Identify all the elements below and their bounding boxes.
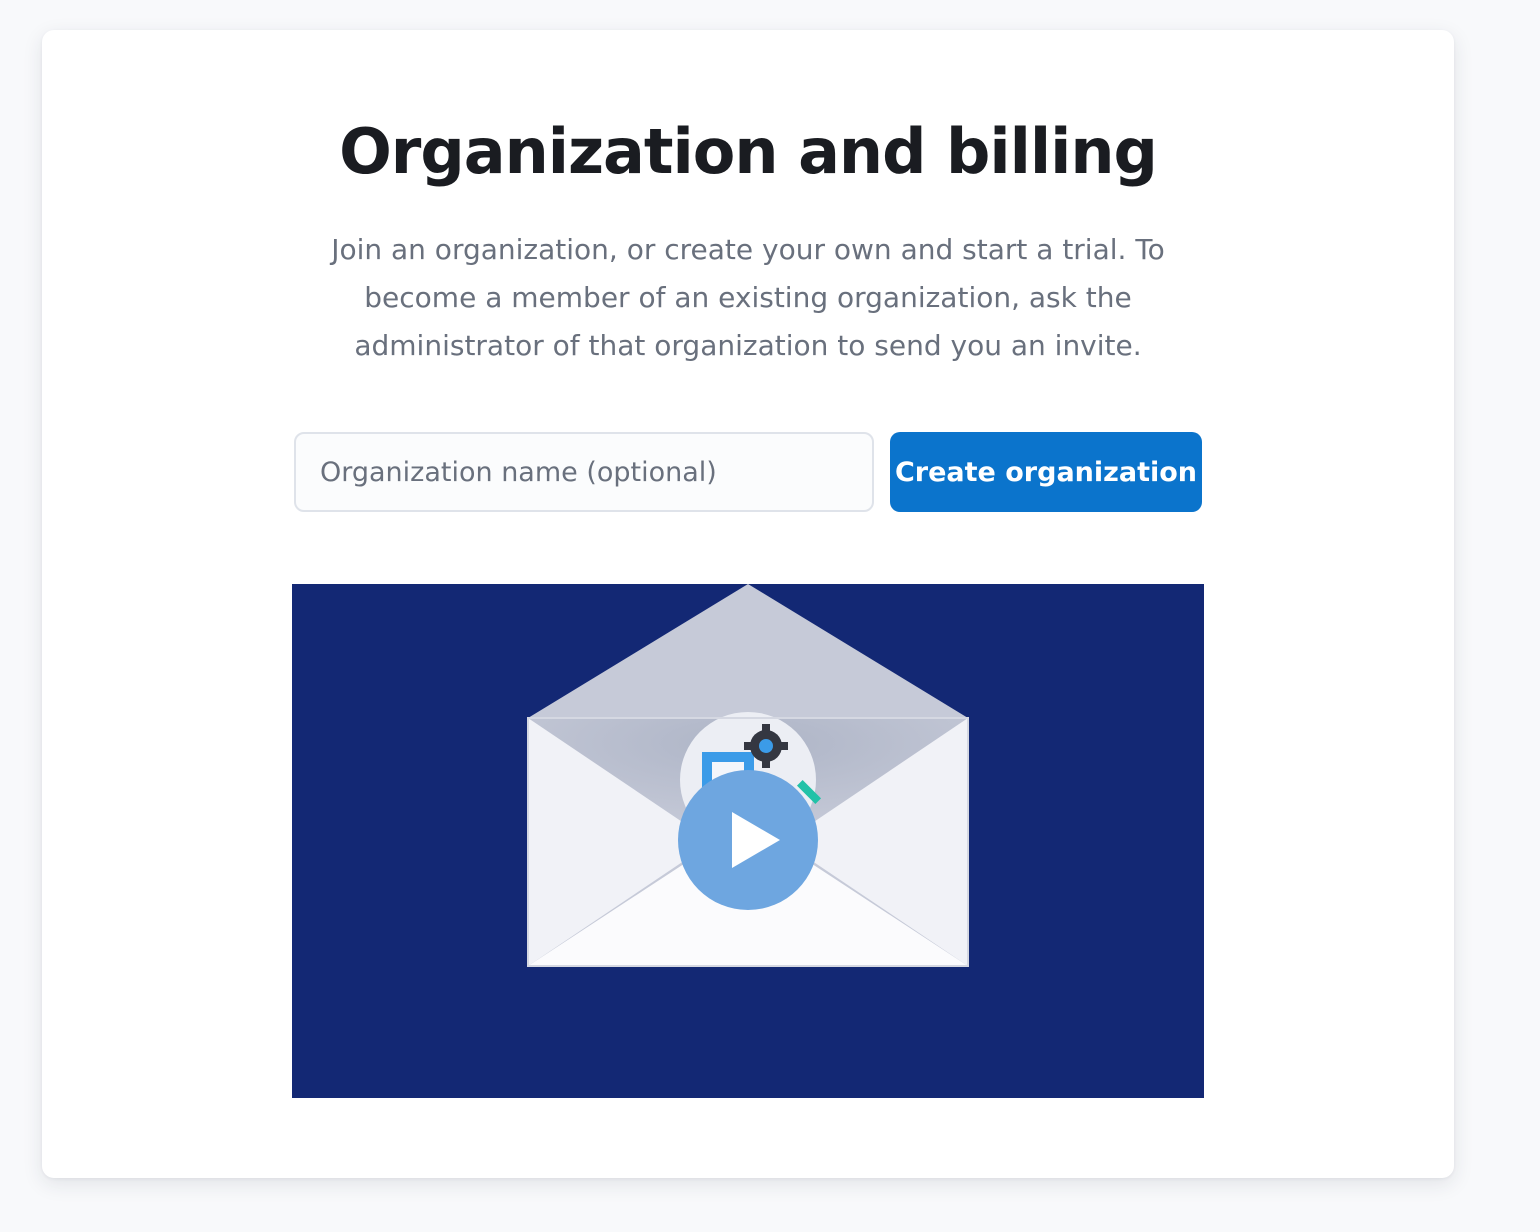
page-description: Join an organization, or create your own… <box>331 233 1165 362</box>
create-org-form: Create organization <box>294 432 1202 512</box>
page-title: Organization and billing <box>339 115 1158 188</box>
org-billing-card: Organization and billing Join an organiz… <box>42 30 1454 1178</box>
create-organization-button[interactable]: Create organization <box>890 432 1202 512</box>
play-icon[interactable] <box>678 770 818 910</box>
intro-video-player[interactable] <box>292 584 1204 1098</box>
video-thumbnail <box>527 584 969 967</box>
organization-name-input[interactable] <box>294 432 874 512</box>
